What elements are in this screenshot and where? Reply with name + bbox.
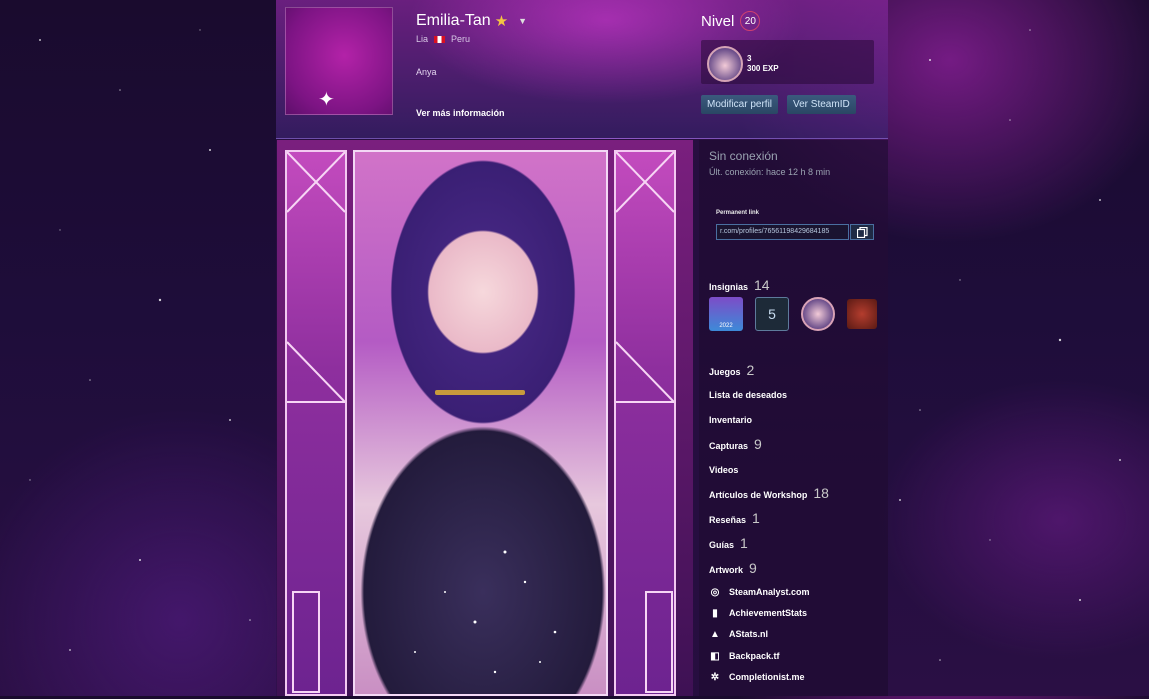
permalink-label: Permanent link: [716, 210, 760, 216]
copy-icon: [856, 226, 868, 238]
artwork-frame[interactable]: [285, 150, 678, 696]
favorite-badge-icon: [707, 46, 743, 82]
level-label: Nivel: [701, 12, 735, 30]
badge-exp: 300 EXP: [747, 64, 779, 73]
profile-sidebar: Sin conexión Últ. conexión: hace 12 h 8 …: [699, 140, 888, 696]
badge-number: 3: [747, 54, 752, 63]
copy-link-button[interactable]: [850, 224, 874, 240]
more-info-link[interactable]: Ver más información: [416, 108, 505, 118]
steamanalyst-icon: ◎: [710, 586, 720, 598]
backpack-icon: ◧: [710, 650, 720, 662]
frame-decoration-icon: [615, 151, 675, 693]
steam-2022-badge-icon[interactable]: 2022: [709, 297, 743, 331]
profile-header: ✦ Emilia-Tan ★ ▼ Lia Peru Anya Ver más i…: [276, 0, 888, 139]
country: Peru: [451, 34, 471, 44]
level-badge[interactable]: 20: [740, 11, 761, 31]
profile-page: ✦ Emilia-Tan ★ ▼ Lia Peru Anya Ver más i…: [276, 0, 888, 696]
section-capturas[interactable]: Capturas 9: [709, 436, 762, 452]
link-achievementstats[interactable]: ▮ AchievementStats: [709, 607, 807, 619]
edit-profile-button[interactable]: Modificar perfil: [701, 95, 779, 114]
persona-name-row[interactable]: Emilia-Tan ★ ▼: [416, 12, 527, 30]
section-juegos[interactable]: Juegos 2: [709, 362, 754, 378]
favorite-badge-box[interactable]: 3 300 EXP: [701, 40, 874, 84]
artwork-left-panel: [285, 150, 347, 696]
sparkle-icon: ✦: [318, 89, 335, 111]
star-icon: ★: [494, 13, 509, 30]
steamid-button[interactable]: Ver SteamID: [787, 95, 856, 114]
astats-icon: ▲: [710, 628, 720, 640]
section-inventario[interactable]: Inventario: [709, 415, 752, 425]
flag-icon: [434, 35, 446, 43]
bar-chart-icon: ▮: [712, 607, 718, 619]
badge-list: 2022 5: [709, 297, 877, 331]
completionist-icon: ✲: [710, 671, 720, 683]
persona-name: Emilia-Tan: [416, 12, 491, 29]
link-steamanalyst[interactable]: ◎ SteamAnalyst.com: [709, 586, 810, 598]
section-videos[interactable]: Videos: [709, 465, 738, 475]
badges-label: Insignias: [709, 282, 749, 292]
years-service-badge-icon[interactable]: 5: [755, 297, 789, 331]
link-backpack[interactable]: ◧ Backpack.tf: [709, 650, 779, 662]
profile-summary: Anya: [416, 67, 437, 77]
badges-section[interactable]: Insignias 14: [709, 277, 770, 293]
game-badge-icon[interactable]: [847, 299, 877, 329]
section-lista-deseados[interactable]: Lista de deseados: [709, 390, 787, 400]
online-status: Sin conexión: [709, 149, 778, 163]
community-badge-icon[interactable]: [801, 297, 835, 331]
artwork-showcase: [277, 140, 693, 696]
section-workshop[interactable]: Artículos de Workshop 18: [709, 485, 829, 501]
section-artwork[interactable]: Artwork 9: [709, 560, 757, 576]
badges-count: 14: [754, 277, 770, 293]
artwork-right-panel: [614, 150, 676, 696]
last-online: Últ. conexión: hace 12 h 8 min: [709, 167, 831, 177]
artwork-sparkles: [414, 390, 557, 674]
chevron-down-icon[interactable]: ▼: [518, 16, 527, 26]
avatar[interactable]: ✦: [285, 7, 393, 115]
section-resenas[interactable]: Reseñas 1: [709, 510, 760, 526]
real-name: Lia: [416, 34, 429, 44]
level-display: Nivel 20: [701, 11, 761, 31]
link-completionist[interactable]: ✲ Completionist.me: [709, 671, 805, 683]
permalink-field[interactable]: r.com/profiles/76561198429684185: [716, 224, 849, 240]
anime-artwork-image: [353, 150, 608, 696]
section-guias[interactable]: Guías 1: [709, 535, 748, 551]
link-astats[interactable]: ▲ AStats.nl: [709, 628, 768, 640]
real-name-row: Lia Peru: [416, 34, 470, 44]
frame-decoration-icon: [286, 151, 346, 693]
